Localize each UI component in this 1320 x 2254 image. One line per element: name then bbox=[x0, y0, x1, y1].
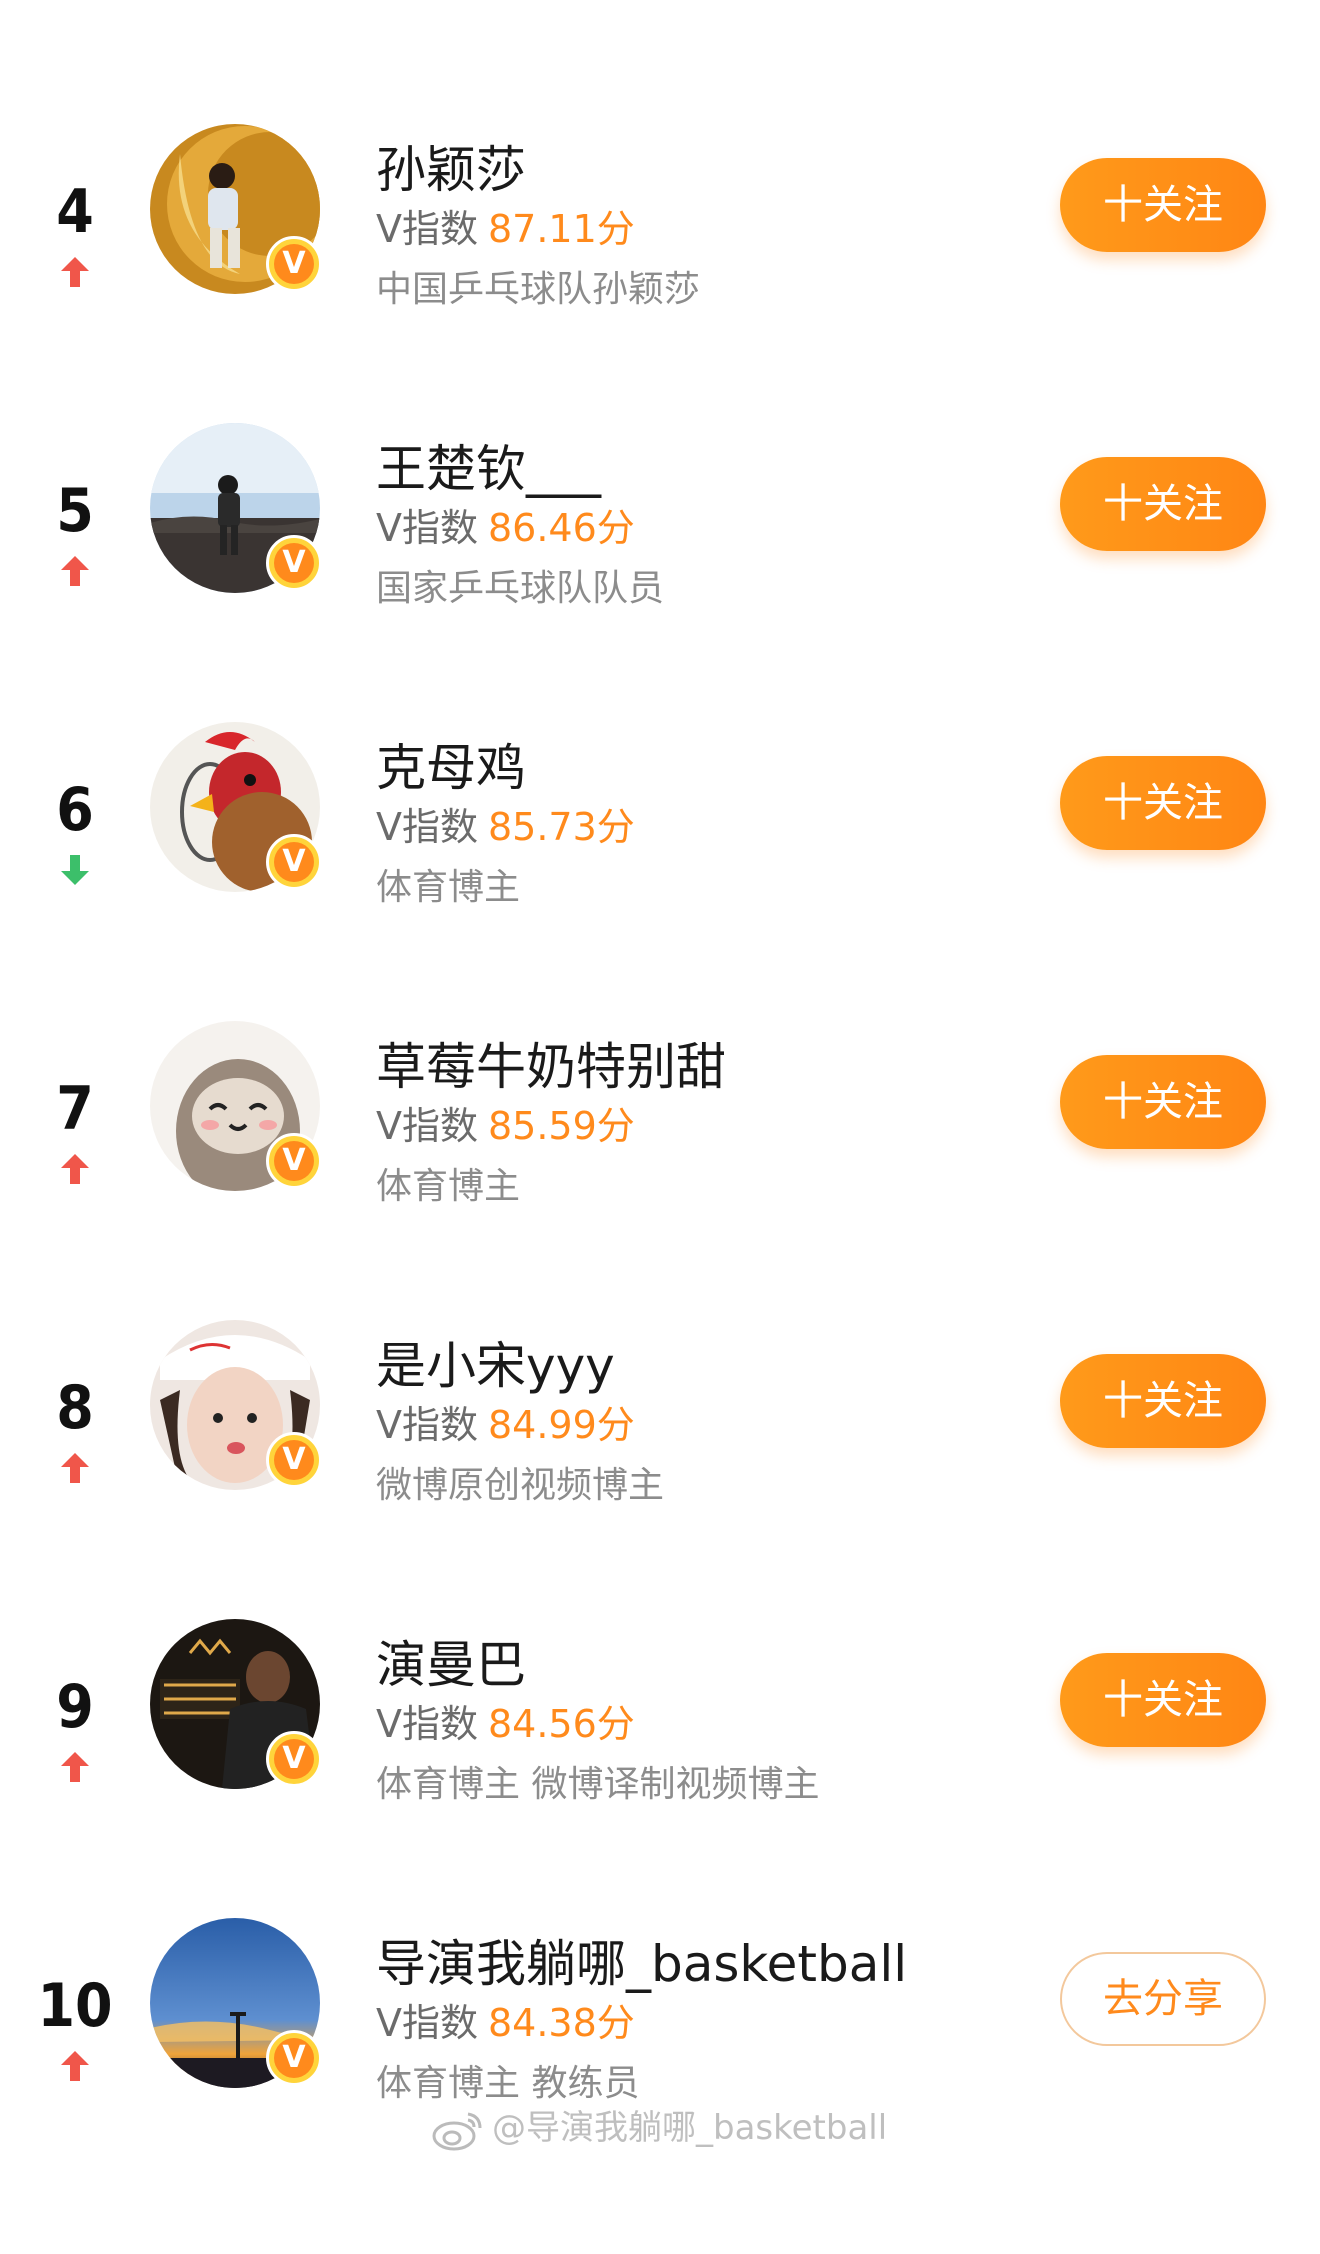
user-description: 体育博主 bbox=[376, 867, 521, 908]
v-index-value: 86.46分 bbox=[488, 506, 635, 550]
user-name[interactable]: 演曼巴 bbox=[376, 1625, 526, 1697]
v-index: V指数 84.56分 bbox=[376, 1693, 635, 1748]
arrow-up-icon bbox=[61, 1752, 89, 1782]
v-index-value: 84.38分 bbox=[488, 2001, 635, 2045]
user-name[interactable]: 是小宋yyy bbox=[376, 1326, 615, 1398]
v-index-label: V指数 bbox=[376, 2001, 478, 2045]
arrow-up-icon bbox=[61, 257, 89, 287]
rank-number: 9 bbox=[56, 1672, 94, 1742]
follow-button[interactable]: 十关注 bbox=[1060, 756, 1266, 850]
v-index-label: V指数 bbox=[376, 1104, 478, 1148]
user-description: 国家乒乓球队队员 bbox=[376, 568, 665, 609]
v-index-label: V指数 bbox=[376, 506, 478, 550]
v-index-value: 85.73分 bbox=[488, 805, 635, 849]
v-index: V指数 85.73分 bbox=[376, 796, 635, 851]
v-index-label: V指数 bbox=[376, 1702, 478, 1746]
follow-button[interactable]: 十关注 bbox=[1060, 1354, 1266, 1448]
watermark: @导演我躺哪_basketball bbox=[430, 2100, 887, 2156]
arrow-up-icon bbox=[61, 556, 89, 586]
verified-badge-icon: V bbox=[266, 1133, 322, 1189]
user-description: 体育博主 教练员 bbox=[376, 2063, 640, 2104]
user-name[interactable]: 草莓牛奶特别甜 bbox=[376, 1027, 726, 1099]
user-name[interactable]: 导演我躺哪_basketball bbox=[376, 1924, 907, 1996]
weibo-logo-icon bbox=[432, 2112, 482, 2150]
list-item[interactable]: 6 V 克母鸡 V指数 85.73分 体育博主 十关注 bbox=[0, 722, 1320, 1058]
v-index-label: V指数 bbox=[376, 805, 478, 849]
user-name[interactable]: 王楚钦___ bbox=[376, 429, 601, 501]
arrow-down-icon bbox=[61, 855, 89, 885]
v-index: V指数 84.99分 bbox=[376, 1394, 635, 1449]
rank-number: 10 bbox=[37, 1971, 113, 2041]
verified-badge-icon: V bbox=[266, 535, 322, 591]
user-name[interactable]: 孙颖莎 bbox=[376, 130, 526, 202]
rank-number: 5 bbox=[56, 476, 94, 546]
list-item[interactable]: 9 V 演曼巴 V指数 84.56分 体育博主 微博译制视频博主 十关注 bbox=[0, 1619, 1320, 1955]
rank-number: 4 bbox=[56, 177, 94, 247]
user-description: 体育博主 bbox=[376, 1166, 521, 1207]
user-name[interactable]: 克母鸡 bbox=[376, 728, 526, 800]
rank-number: 6 bbox=[56, 775, 94, 845]
v-index-value: 85.59分 bbox=[488, 1104, 635, 1148]
follow-button[interactable]: 十关注 bbox=[1060, 158, 1266, 252]
follow-button[interactable]: 十关注 bbox=[1060, 1055, 1266, 1149]
verified-badge-icon: V bbox=[266, 236, 322, 292]
v-index-value: 87.11分 bbox=[488, 207, 635, 251]
v-index: V指数 86.46分 bbox=[376, 497, 635, 552]
follow-button[interactable]: 十关注 bbox=[1060, 1653, 1266, 1747]
v-index-value: 84.56分 bbox=[488, 1702, 635, 1746]
v-index: V指数 84.38分 bbox=[376, 1992, 635, 2047]
follow-button[interactable]: 十关注 bbox=[1060, 457, 1266, 551]
watermark-text: @导演我躺哪_basketball bbox=[492, 2108, 888, 2148]
list-item[interactable]: 5 V 王楚钦___ V指数 86.46分 国家乒乓球队队员 十关注 bbox=[0, 423, 1320, 759]
verified-badge-icon: V bbox=[266, 834, 322, 890]
v-index-label: V指数 bbox=[376, 207, 478, 251]
user-description: 微博原创视频博主 bbox=[376, 1465, 665, 1506]
v-index: V指数 87.11分 bbox=[376, 198, 635, 253]
share-button[interactable]: 去分享 bbox=[1060, 1952, 1266, 2046]
arrow-up-icon bbox=[61, 1453, 89, 1483]
verified-badge-icon: V bbox=[266, 1432, 322, 1488]
verified-badge-icon: V bbox=[266, 2030, 322, 2086]
v-index-label: V指数 bbox=[376, 1403, 478, 1447]
v-index-value: 84.99分 bbox=[488, 1403, 635, 1447]
arrow-up-icon bbox=[61, 1154, 89, 1184]
list-item[interactable]: 8 V 是小宋yyy V指数 84.99分 微博原创视频博主 十关注 bbox=[0, 1320, 1320, 1656]
rank-number: 7 bbox=[56, 1074, 94, 1144]
v-index: V指数 85.59分 bbox=[376, 1095, 635, 1150]
arrow-up-icon bbox=[61, 2051, 89, 2081]
verified-badge-icon: V bbox=[266, 1731, 322, 1787]
rank-number: 8 bbox=[56, 1373, 94, 1443]
list-item[interactable]: 4 V 孙颖莎 V指数 87.11分 中国乒乓球队孙颖莎 十关注 bbox=[0, 124, 1320, 460]
user-description: 体育博主 微博译制视频博主 bbox=[376, 1764, 820, 1805]
user-description: 中国乒乓球队孙颖莎 bbox=[376, 269, 701, 310]
list-item[interactable]: 7 V 草莓牛奶特别甜 V指数 85.59分 体育博主 十关注 bbox=[0, 1021, 1320, 1357]
